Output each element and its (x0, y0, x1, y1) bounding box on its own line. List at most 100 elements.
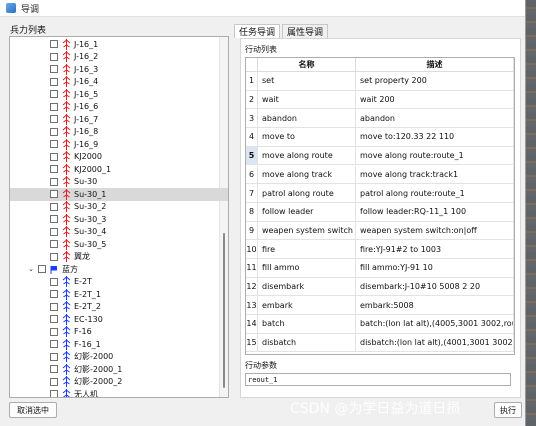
checkbox[interactable] (50, 315, 58, 324)
tree-item-red-unit[interactable]: Su-30_1 (10, 188, 228, 201)
checkbox[interactable] (50, 127, 58, 136)
checkbox[interactable] (50, 352, 58, 361)
action-description-cell[interactable]: fire:YJ-91#2 to 1003 (356, 240, 514, 259)
checkbox[interactable] (50, 40, 58, 49)
tree-item-red-unit[interactable]: J-16_6 (10, 101, 228, 114)
checkbox[interactable] (50, 115, 58, 124)
tree-item-blue-unit[interactable]: EC-130 (10, 313, 228, 326)
tree-item-red-unit[interactable]: Su-30_5 (10, 238, 228, 251)
tree-item-red-unit[interactable]: 翼龙 (10, 251, 228, 264)
action-description-cell[interactable]: disembark:J-10#10 5008 2 20 (356, 277, 514, 297)
checkbox[interactable] (50, 65, 58, 74)
action-name-cell[interactable]: disbatch (258, 333, 356, 353)
checkbox[interactable] (38, 265, 46, 274)
checkbox[interactable] (50, 152, 58, 161)
action-name-cell[interactable]: fill ammo (258, 259, 356, 278)
tree-item-blue-unit[interactable]: 幻影-2000_2 (10, 376, 228, 389)
tree-item-red-unit[interactable]: Su-30_2 (10, 201, 228, 214)
action-description-cell[interactable]: set property 200 (356, 72, 514, 91)
tree-item-red-unit[interactable]: J-16_5 (10, 88, 228, 101)
tree-item-blue-unit[interactable]: E-2T (10, 276, 228, 289)
checkbox[interactable] (50, 102, 58, 111)
checkbox[interactable] (50, 190, 58, 199)
checkbox[interactable] (50, 302, 58, 311)
action-name-cell[interactable]: disembark (258, 277, 356, 297)
checkbox[interactable] (50, 165, 58, 174)
action-name-cell[interactable]: batch (258, 315, 356, 334)
tree-item-label: 幻影-2000 (74, 352, 114, 362)
checkbox[interactable] (50, 77, 58, 86)
action-name-cell[interactable]: set (258, 72, 356, 91)
action-params-input[interactable] (245, 373, 511, 386)
tree-item-blue-unit[interactable]: 无人机 (10, 388, 228, 397)
action-description-cell[interactable]: fill ammo:YJ-91 10 (356, 259, 514, 278)
action-name-cell[interactable]: move along route (258, 146, 356, 166)
tree-item-red-unit[interactable]: J-16_7 (10, 113, 228, 126)
action-description-cell[interactable]: weapen system switch:on|off (356, 221, 514, 241)
force-tree[interactable]: J-16_1 J-16_2 J-16_3 J-16_4 J-16_5 J-16_6 J-16… (9, 36, 229, 398)
tree-item-red-unit[interactable]: J-16_2 (10, 51, 228, 64)
tree-item-red-unit[interactable]: J-16_1 (10, 38, 228, 51)
checkbox[interactable] (50, 377, 58, 386)
checkbox[interactable] (50, 277, 58, 286)
action-description-cell[interactable]: wait 200 (356, 90, 514, 110)
action-description-cell[interactable]: move along track:track1 (356, 165, 514, 185)
checkbox[interactable] (50, 90, 58, 99)
tree-item-red-unit[interactable]: J-16_4 (10, 76, 228, 89)
action-description-cell[interactable]: follow leader:RQ-11_1 100 (356, 202, 514, 222)
action-name-cell[interactable]: abandon (258, 109, 356, 129)
tree-item-red-unit[interactable]: KJ2000 (10, 151, 228, 164)
tree-group-blue[interactable]: ⌄ 蓝方 (10, 263, 228, 276)
action-name-cell[interactable]: fire (258, 240, 356, 259)
action-name-cell[interactable]: move to (258, 128, 356, 147)
checkbox[interactable] (50, 202, 58, 211)
action-description-cell[interactable]: move along route:route_1 (356, 146, 514, 166)
action-description-cell[interactable]: embark:5008 (356, 296, 514, 316)
checkbox[interactable] (50, 340, 58, 349)
tree-item-blue-unit[interactable]: E-2T_1 (10, 288, 228, 301)
checkbox[interactable] (50, 177, 58, 186)
tree-item-red-unit[interactable]: J-16_9 (10, 138, 228, 151)
clear-selection-button[interactable]: 取消选中 (9, 402, 57, 418)
checkbox[interactable] (50, 52, 58, 61)
action-description-cell[interactable]: abandon (356, 109, 514, 129)
checkbox[interactable] (50, 240, 58, 249)
checkbox[interactable] (50, 227, 58, 236)
tree-item-blue-unit[interactable]: 幻影-2000_1 (10, 363, 228, 376)
checkbox[interactable] (50, 327, 58, 336)
tree-item-red-unit[interactable]: Su-30_3 (10, 213, 228, 226)
chevron-down-icon[interactable]: ⌄ (27, 265, 35, 273)
tree-item-blue-unit[interactable]: F-16 (10, 326, 228, 339)
tree-item-red-unit[interactable]: J-16_8 (10, 126, 228, 139)
tree-item-label: E-2T_2 (74, 302, 102, 312)
tree-item-blue-unit[interactable]: F-16_1 (10, 338, 228, 351)
tree-item-red-unit[interactable]: KJ2000_1 (10, 163, 228, 176)
checkbox[interactable] (50, 252, 58, 261)
column-header-name: 名称 (258, 58, 356, 72)
action-description-cell[interactable]: move to:120.33 22 110 (356, 128, 514, 147)
action-description-cell[interactable]: disbatch:(lon lat alt),(4001,3001 3002,r… (356, 333, 514, 353)
action-name-cell[interactable]: embark (258, 296, 356, 316)
action-name-cell[interactable]: move along track (258, 165, 356, 185)
tab-task-direction[interactable]: 任务导调 (234, 24, 281, 38)
action-name-cell[interactable]: patrol along route (258, 184, 356, 203)
action-name-cell[interactable]: follow leader (258, 202, 356, 222)
tree-item-blue-unit[interactable]: E-2T_2 (10, 301, 228, 314)
window-title: 导调 (21, 4, 40, 15)
action-name-cell[interactable]: weapen system switch (258, 221, 356, 241)
tree-item-red-unit[interactable]: J-16_3 (10, 63, 228, 76)
tree-item-blue-unit[interactable]: 幻影-2000 (10, 351, 228, 364)
checkbox[interactable] (50, 215, 58, 224)
tab-attribute-direction[interactable]: 属性导调 (282, 24, 329, 38)
action-description-cell[interactable]: patrol along route:route_1 (356, 184, 514, 203)
action-table[interactable]: 名称 描述 1 set set property 200 2 wait wait 200 3 ab… (245, 57, 515, 355)
tree-item-red-unit[interactable]: Su-30_4 (10, 226, 228, 239)
action-description-cell[interactable]: batch:(lon lat alt),(4005,3001 3002,rout… (356, 315, 514, 334)
execute-button[interactable]: 执行 (494, 402, 522, 418)
checkbox[interactable] (50, 390, 58, 397)
checkbox[interactable] (50, 140, 58, 149)
checkbox[interactable] (50, 365, 58, 374)
action-name-cell[interactable]: wait (258, 90, 356, 110)
tree-item-red-unit[interactable]: Su-30 (10, 176, 228, 189)
checkbox[interactable] (50, 290, 58, 299)
